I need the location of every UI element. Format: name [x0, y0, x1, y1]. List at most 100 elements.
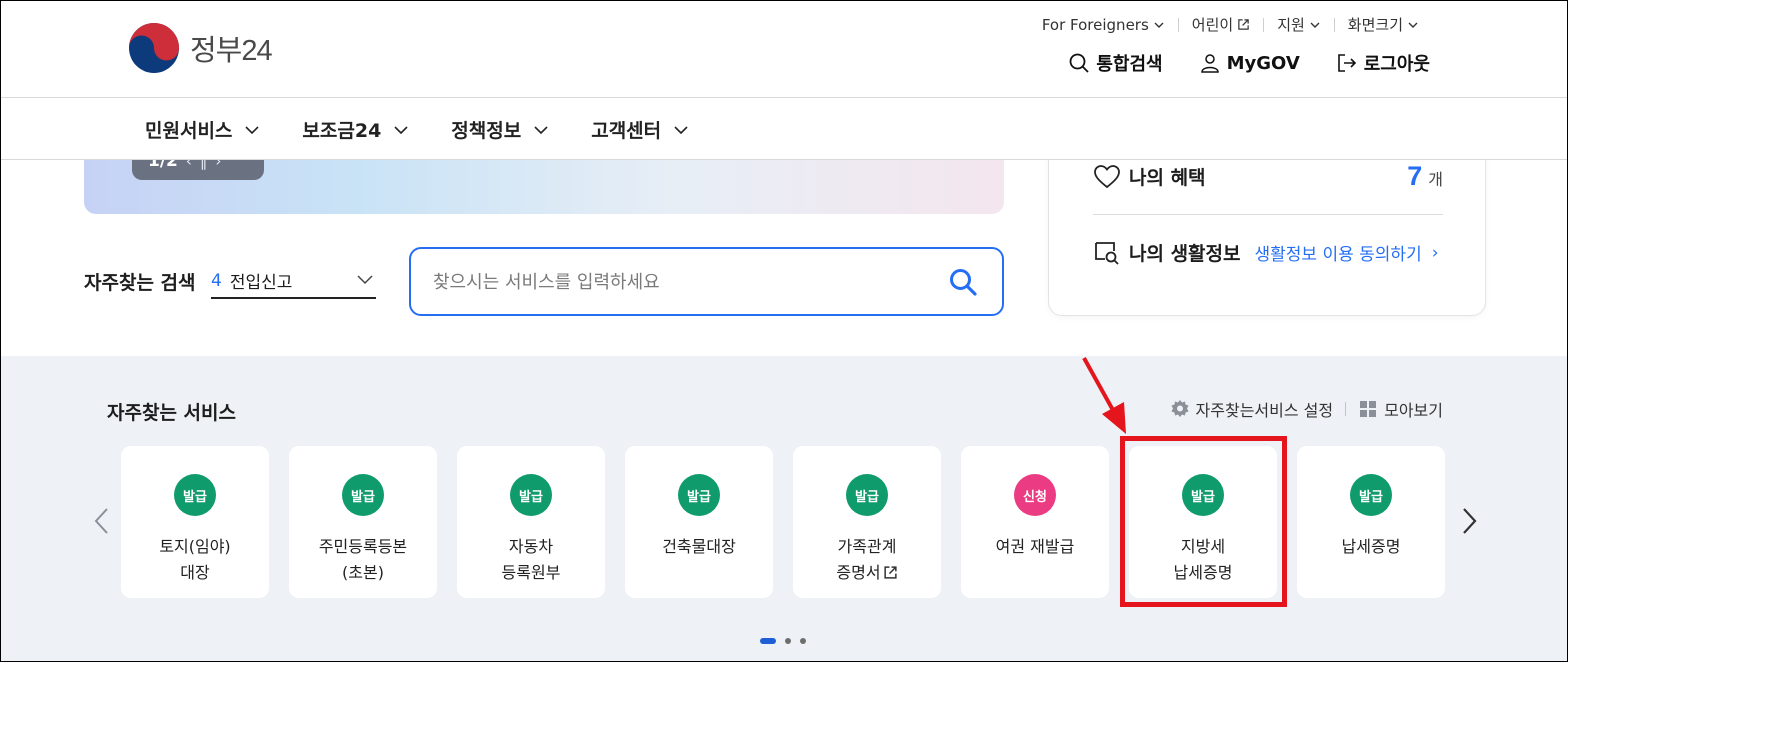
- frequent-search-label: 자주찾는 검색: [84, 272, 196, 294]
- service-card-tax-certificate[interactable]: 발급 납세증명: [1297, 446, 1445, 598]
- user-icon: [1200, 54, 1219, 73]
- view-all-label: 모아보기: [1384, 401, 1443, 420]
- logo-text: 정부24: [190, 35, 273, 67]
- for-foreigners-label: For Foreigners: [1041, 15, 1149, 34]
- service-card-vehicle-register[interactable]: 발급 자동차 등록원부: [457, 446, 605, 598]
- external-link-icon: [1238, 19, 1249, 30]
- carousel-prev-icon[interactable]: [91, 506, 113, 536]
- service-card-building-register[interactable]: 발급 건축물대장: [625, 446, 773, 598]
- support-label: 지원: [1277, 16, 1305, 34]
- mygov-button[interactable]: MyGOV: [1199, 52, 1300, 74]
- service-card-name: 건축물대장: [662, 537, 736, 556]
- my-benefits-label: 나의 혜택: [1129, 167, 1206, 189]
- integrated-search-button[interactable]: 통합검색: [1068, 50, 1163, 76]
- issue-badge: 발급: [678, 474, 720, 516]
- heart-icon: [1094, 164, 1120, 188]
- chevron-down-icon: [1408, 22, 1418, 28]
- chevron-down-icon: [674, 125, 688, 134]
- chevron-down-icon: [245, 125, 259, 134]
- screen-size-menu[interactable]: 화면크기: [1335, 14, 1432, 35]
- nav-item-label: 민원서비스: [145, 120, 233, 142]
- service-search-input[interactable]: [433, 265, 933, 299]
- service-card-land-register[interactable]: 발급 토지(임야) 대장: [121, 446, 269, 598]
- integrated-search-label: 통합검색: [1096, 54, 1163, 75]
- search-icon: [1069, 53, 1089, 73]
- carousel-pagination: [760, 638, 806, 644]
- issue-badge: 발급: [1350, 474, 1392, 516]
- issue-badge: 발급: [174, 474, 216, 516]
- nav-item-policy-info[interactable]: 정책정보: [451, 116, 549, 143]
- frequent-services-settings-button[interactable]: 자주찾는서비스 설정: [1170, 397, 1334, 421]
- frequent-search-number: 4: [211, 270, 222, 291]
- header-actions: 통합검색 MyGOV 로그아웃: [1068, 50, 1430, 76]
- nav-item-label: 보조금24: [302, 120, 382, 142]
- service-card-passport-reissue[interactable]: 신청 여권 재발급: [961, 446, 1109, 598]
- gov24-logo[interactable]: 정부24: [128, 22, 273, 74]
- divider: [1345, 402, 1347, 416]
- benefit-count-unit: 개: [1428, 170, 1443, 189]
- service-card-name: 토지(임야) 대장: [159, 537, 231, 582]
- life-info-consent-link[interactable]: 생활정보 이용 동의하기 ›: [1254, 240, 1439, 266]
- issue-badge: 발급: [846, 474, 888, 516]
- frequent-services-tools: 자주찾는서비스 설정 모아보기: [1170, 397, 1443, 421]
- service-card-resident-register[interactable]: 발급 주민등록등본 (초본): [289, 446, 437, 598]
- issue-badge: 발급: [342, 474, 384, 516]
- frequent-services-title: 자주찾는 서비스: [107, 402, 236, 424]
- search-document-icon: [1095, 241, 1119, 265]
- my-benefits-row[interactable]: 나의 혜택 7 개: [1093, 161, 1443, 192]
- service-search-box: [409, 247, 1004, 316]
- annotation-arrow-icon: [1082, 357, 1126, 434]
- my-life-info-label: 나의 생활정보: [1129, 243, 1241, 265]
- logout-icon: [1337, 54, 1356, 72]
- chevron-down-icon: [1154, 22, 1164, 28]
- divider: [1093, 214, 1443, 215]
- chevron-right-icon: ›: [1431, 242, 1439, 263]
- children-link[interactable]: 어린이: [1179, 14, 1263, 35]
- apply-badge: 신청: [1014, 474, 1056, 516]
- nav-item-customer-center[interactable]: 고객센터: [591, 116, 689, 143]
- nav-item-label: 정책정보: [451, 120, 522, 142]
- nav-item-label: 고객센터: [591, 120, 662, 142]
- for-foreigners-menu[interactable]: For Foreigners: [1029, 16, 1178, 34]
- life-info-consent-label: 생활정보 이용 동의하기: [1254, 245, 1422, 265]
- grid-icon: [1360, 401, 1377, 417]
- settings-label: 자주찾는서비스 설정: [1195, 401, 1334, 420]
- frequent-search-value: 전입신고: [229, 273, 293, 293]
- screen-size-label: 화면크기: [1347, 16, 1403, 34]
- pagination-dot[interactable]: [800, 638, 806, 644]
- logout-button[interactable]: 로그아웃: [1336, 50, 1430, 76]
- mygov-label: MyGOV: [1226, 52, 1300, 74]
- service-card-family-certificate[interactable]: 발급 가족관계 증명서: [793, 446, 941, 598]
- frequent-search-select[interactable]: 4 전입신고: [211, 264, 376, 299]
- gear-icon: [1171, 400, 1189, 417]
- pagination-dot[interactable]: [785, 638, 791, 644]
- service-card-name: 납세증명: [1341, 537, 1401, 556]
- utility-menu: For Foreigners 어린이 지원 화면크기: [1029, 14, 1432, 35]
- benefit-count-number: 7: [1407, 161, 1423, 191]
- frequent-services-section: 자주찾는 서비스 자주찾는서비스 설정 모아보기 발급 토지(임야) 대장 발급…: [0, 356, 1568, 662]
- site-header: 정부24 For Foreigners 어린이 지원 화면크기 통합검색 MyG…: [0, 0, 1568, 98]
- carousel-next-icon[interactable]: [1458, 506, 1480, 536]
- service-card-name: 자동차 등록원부: [501, 537, 561, 582]
- chevron-down-icon: [394, 125, 408, 134]
- service-card-name: 가족관계 증명서: [793, 534, 941, 586]
- chevron-down-icon: [1310, 22, 1320, 28]
- nav-item-subsidy24[interactable]: 보조금24: [302, 116, 409, 143]
- service-card-name: 여권 재발급: [995, 537, 1075, 556]
- pagination-dot-active[interactable]: [760, 638, 776, 644]
- issue-badge: 발급: [510, 474, 552, 516]
- chevron-down-icon: [534, 125, 548, 134]
- service-card-name: 주민등록등본 (초본): [318, 537, 408, 582]
- children-label: 어린이: [1191, 16, 1234, 34]
- benefit-count: 7 개: [1407, 161, 1443, 192]
- main-navigation: 민원서비스 보조금24 정책정보 고객센터: [0, 98, 1568, 160]
- nav-item-civil-services[interactable]: 민원서비스: [145, 116, 260, 143]
- external-link-icon: [883, 566, 897, 579]
- view-all-button[interactable]: 모아보기: [1358, 397, 1443, 421]
- search-icon[interactable]: [948, 267, 978, 297]
- taegeuk-logo-icon: [129, 23, 179, 73]
- chevron-down-icon: [357, 275, 373, 285]
- logout-label: 로그아웃: [1363, 54, 1430, 75]
- support-menu[interactable]: 지원: [1264, 14, 1334, 35]
- my-life-info-row: 나의 생활정보 생활정보 이용 동의하기 ›: [1093, 239, 1439, 266]
